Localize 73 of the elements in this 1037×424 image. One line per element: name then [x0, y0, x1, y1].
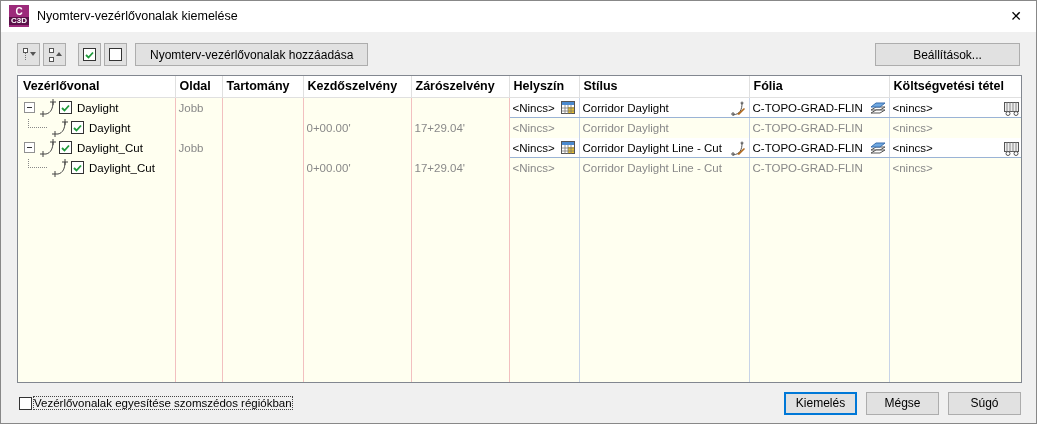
collapse-toggle[interactable] — [24, 102, 35, 114]
dialog-button[interactable]: Súgó — [948, 391, 1021, 415]
property-field[interactable]: C-TOPO-GRAD-FLIN — [749, 138, 888, 157]
cart-icon[interactable] — [1002, 139, 1020, 156]
checkmark-icon — [73, 163, 82, 172]
property-field[interactable]: <Nincs> — [509, 98, 578, 117]
table-cell-text: 0+00.00' — [305, 121, 351, 134]
close-button[interactable]: ✕ — [996, 1, 1036, 32]
layers-icon[interactable] — [869, 99, 887, 116]
checkmark-icon — [61, 143, 70, 152]
collapse-toggle[interactable] — [24, 142, 35, 154]
column-header[interactable]: Helyszín — [509, 75, 579, 98]
checkmark-icon — [61, 103, 70, 112]
cart-icon[interactable] — [1002, 99, 1020, 116]
column-header[interactable]: Vezérlővonal — [18, 75, 175, 98]
layers-icon[interactable] — [869, 139, 887, 156]
row-checkbox[interactable] — [71, 121, 84, 135]
table-cell-text: <nincs> — [891, 122, 933, 135]
property-field[interactable]: Corridor Daylight — [579, 98, 748, 117]
property-field[interactable]: <nincs> — [889, 138, 1021, 157]
table-cell-text: <Nincs> — [511, 162, 555, 175]
curve-icon — [38, 98, 56, 117]
table-cell-text: C-TOPO-GRAD-FLIN — [751, 162, 863, 175]
table-cell-text: Corridor Daylight Line - Cut — [581, 162, 722, 175]
property-field[interactable]: Corridor Daylight Line - Cut — [579, 138, 748, 157]
curve-icon — [50, 158, 68, 177]
merge-checkbox[interactable] — [19, 396, 32, 410]
table-cell-text: Jobb — [177, 141, 204, 154]
settings-button[interactable]: Beállítások... — [875, 43, 1020, 67]
uncheck-all-button[interactable] — [104, 43, 127, 67]
curve-icon — [50, 118, 68, 137]
table-cell-text: Jobb — [177, 101, 204, 114]
column-header[interactable]: Fólia — [749, 75, 889, 98]
table-cell-text: C-TOPO-GRAD-FLIN — [751, 122, 863, 135]
column-header[interactable]: Költségvetési tétel — [889, 75, 1021, 98]
window-title: Nyomterv-vezérlővonalak kiemelése — [37, 9, 239, 24]
table-cell-text: Corridor Daylight — [581, 122, 669, 135]
row-checkbox[interactable] — [59, 141, 72, 155]
expand-tree-button[interactable] — [17, 43, 40, 67]
table-cell-text: 0+00.00' — [305, 161, 351, 174]
curve-brush-icon[interactable] — [729, 139, 747, 156]
property-field[interactable]: <Nincs> — [509, 138, 578, 157]
column-header[interactable]: Tartomány — [222, 75, 303, 98]
app-logo: C C3D — [9, 5, 29, 28]
row-checkbox[interactable] — [59, 101, 72, 115]
property-field[interactable]: C-TOPO-GRAD-FLIN — [749, 98, 888, 117]
row-name: Daylight — [89, 121, 131, 134]
table-cell-text: 17+29.04' — [413, 161, 465, 174]
column-header[interactable]: Stílus — [579, 75, 749, 98]
table-cell-text: <Nincs> — [511, 122, 555, 135]
tree-collapse-icon — [47, 46, 62, 63]
merge-option-label[interactable]: Vezérlővonalak egyesítése szomszédos régiókban — [34, 397, 292, 410]
grid-icon[interactable] — [559, 139, 577, 156]
check-all-button[interactable] — [78, 43, 101, 67]
curve-brush-icon[interactable] — [729, 99, 747, 116]
row-name: Daylight_Cut — [77, 141, 143, 154]
collapse-tree-button[interactable] — [43, 43, 66, 67]
property-field[interactable]: <nincs> — [889, 98, 1021, 117]
add-button[interactable]: Nyomterv-vezérlővonalak hozzáadása — [135, 43, 369, 67]
checkmark-icon — [73, 123, 82, 132]
tree-expand-icon — [21, 46, 36, 63]
row-checkbox[interactable] — [71, 161, 84, 175]
dialog-button[interactable]: Kiemelés — [784, 391, 857, 415]
grid-icon[interactable] — [559, 99, 577, 116]
table-cell-text: <nincs> — [891, 162, 933, 175]
row-name: Daylight_Cut — [89, 161, 155, 174]
column-header[interactable]: Kezdőszelvény — [303, 75, 411, 98]
row-name: Daylight — [77, 101, 119, 114]
table-cell-text: 17+29.04' — [413, 121, 465, 134]
column-header[interactable]: Oldal — [175, 75, 222, 98]
dialog-button[interactable]: Mégse — [866, 391, 939, 415]
column-header[interactable]: Zárószelvény — [411, 75, 509, 98]
curve-icon — [38, 138, 56, 157]
